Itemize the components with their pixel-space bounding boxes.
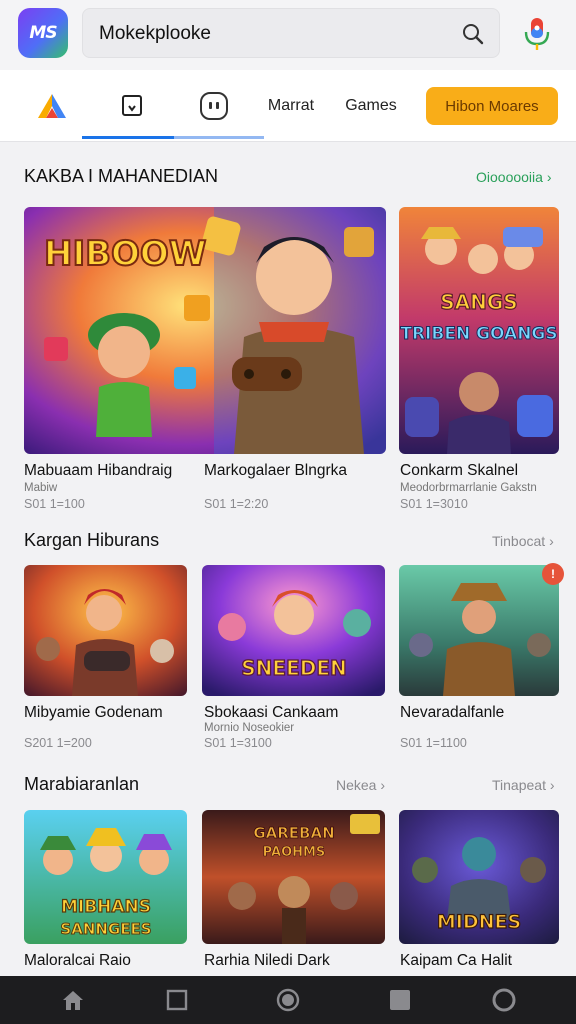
game-card-title: Mabuaam Hibandraig <box>24 462 173 479</box>
game-card-meta: S01 1=1100 <box>400 736 467 750</box>
tab-market[interactable]: Marrat <box>262 70 320 142</box>
game-card[interactable] <box>399 565 559 696</box>
game-card-meta: S01 1=2:20 <box>204 497 269 511</box>
tab-brand[interactable] <box>30 70 74 142</box>
game-card-subtitle: Mornio Noseokier <box>204 722 295 734</box>
circle-icon <box>276 988 300 1012</box>
game-card[interactable]: SNEEDEN <box>202 565 385 696</box>
app-logo-text: MS <box>29 23 57 43</box>
nav-ring[interactable] <box>489 986 519 1014</box>
svg-text:GAREBAN: GAREBAN <box>253 824 334 842</box>
game-card-artwork: GAREBAN PAOHMS <box>202 810 385 944</box>
game-card-artwork: MIDNES <box>399 810 559 944</box>
section-title: Marabiaranlan <box>24 774 140 794</box>
game-card[interactable] <box>24 565 187 696</box>
brand-triangle-icon <box>38 94 66 118</box>
game-card-title: Kaipam Ca Halit <box>400 952 512 969</box>
game-card-artwork <box>24 565 187 696</box>
game-card-title: Maloralcai Raio <box>24 952 131 969</box>
square-icon <box>166 989 188 1011</box>
svg-text:PAOHMS: PAOHMS <box>263 845 326 860</box>
nav-recents[interactable] <box>162 986 192 1014</box>
game-card-meta: S01 1=100 <box>24 497 85 511</box>
top-bar: MS Mokekplooke <box>0 0 576 70</box>
tab-cta-button[interactable]: Hibon Moares <box>426 87 558 125</box>
svg-text:MIDNES: MIDNES <box>437 911 521 933</box>
tab-games-console[interactable] <box>194 70 234 142</box>
ring-icon <box>492 988 516 1012</box>
home-icon <box>63 991 83 1010</box>
nav-stop[interactable] <box>385 986 415 1014</box>
section-see-all-link[interactable]: Tinapeat › <box>492 777 555 793</box>
tab-market-label: Marrat <box>267 97 315 114</box>
tab-bookmarks[interactable] <box>112 70 152 142</box>
game-card-title: Sbokaasi Cankaam <box>204 704 339 721</box>
game-card-title: Nevaradalfanle <box>400 704 505 721</box>
game-card-artwork: SNEEDEN <box>202 565 385 696</box>
game-card-title: Conkarm Skalnel <box>400 462 519 479</box>
system-nav-bar <box>0 976 576 1024</box>
stop-icon <box>390 990 410 1010</box>
section-see-more-link[interactable]: Tinbocat › <box>492 533 554 549</box>
game-card-title: Rarhia Niledi Dark <box>204 952 330 969</box>
game-card-title: Markogalaer Blngrka <box>204 462 348 479</box>
svg-text:SNEEDEN: SNEEDEN <box>241 656 346 680</box>
search-bar[interactable]: Mokekplooke <box>82 8 500 58</box>
game-card[interactable]: GAREBAN PAOHMS <box>202 810 385 944</box>
notification-badge: ! <box>542 563 564 585</box>
game-card-title: Mibyamie Godenam <box>24 704 163 721</box>
featured-game-artwork: HIBOOW <box>24 207 386 454</box>
game-card-artwork: SANGS TRIBEN GOANGS <box>399 207 559 454</box>
section-title: KAKBA I MAHANEDIAN <box>24 166 219 186</box>
app-logo[interactable]: MS <box>18 8 68 58</box>
game-card-meta: S201 1=200 <box>24 736 92 750</box>
section-see-more-link[interactable]: Oioooooiia › <box>476 169 552 185</box>
game-card-artwork: MIBHANS SANNGEES <box>24 810 187 944</box>
game-card[interactable]: SANGS TRIBEN GOANGS <box>399 207 559 454</box>
svg-text:MIBHANS: MIBHANS <box>61 897 151 917</box>
mic-icon[interactable] <box>520 16 554 52</box>
game-card[interactable]: MIBHANS SANNGEES <box>24 810 187 944</box>
tab-games[interactable]: Games <box>342 70 400 142</box>
console-icon <box>200 92 228 120</box>
nav-home[interactable] <box>58 986 88 1014</box>
hero-art-text: HIBOOW <box>44 234 206 274</box>
featured-game-card[interactable]: HIBOOW <box>24 207 386 454</box>
section-see-more-link[interactable]: Nekea › <box>336 777 385 793</box>
game-card-subtitle: Mabiw <box>24 482 58 494</box>
svg-text:SANGS: SANGS <box>440 290 517 314</box>
game-card-meta: S01 1=3100 <box>204 736 272 750</box>
search-input[interactable]: Mokekplooke <box>99 23 211 45</box>
tab-indicator-secondary <box>174 136 264 139</box>
game-card[interactable]: MIDNES <box>399 810 559 944</box>
nav-home-circle[interactable] <box>273 986 303 1014</box>
svg-text:SANNGEES: SANNGEES <box>60 920 151 938</box>
bookmark-icon <box>122 95 142 116</box>
search-icon[interactable] <box>461 22 485 46</box>
game-card-meta: S01 1=3010 <box>400 497 468 511</box>
active-tab-indicator <box>82 136 174 139</box>
svg-text:TRIBEN GOANGS: TRIBEN GOANGS <box>400 324 557 344</box>
game-card-subtitle: Meodorbrmarrlanie Gakstn <box>400 482 537 494</box>
tab-bar: Marrat Games Hibon Moares <box>0 70 576 142</box>
game-card-artwork <box>399 565 559 696</box>
tab-games-label: Games <box>345 97 397 114</box>
section-title: Kargan Hiburans <box>24 530 160 550</box>
